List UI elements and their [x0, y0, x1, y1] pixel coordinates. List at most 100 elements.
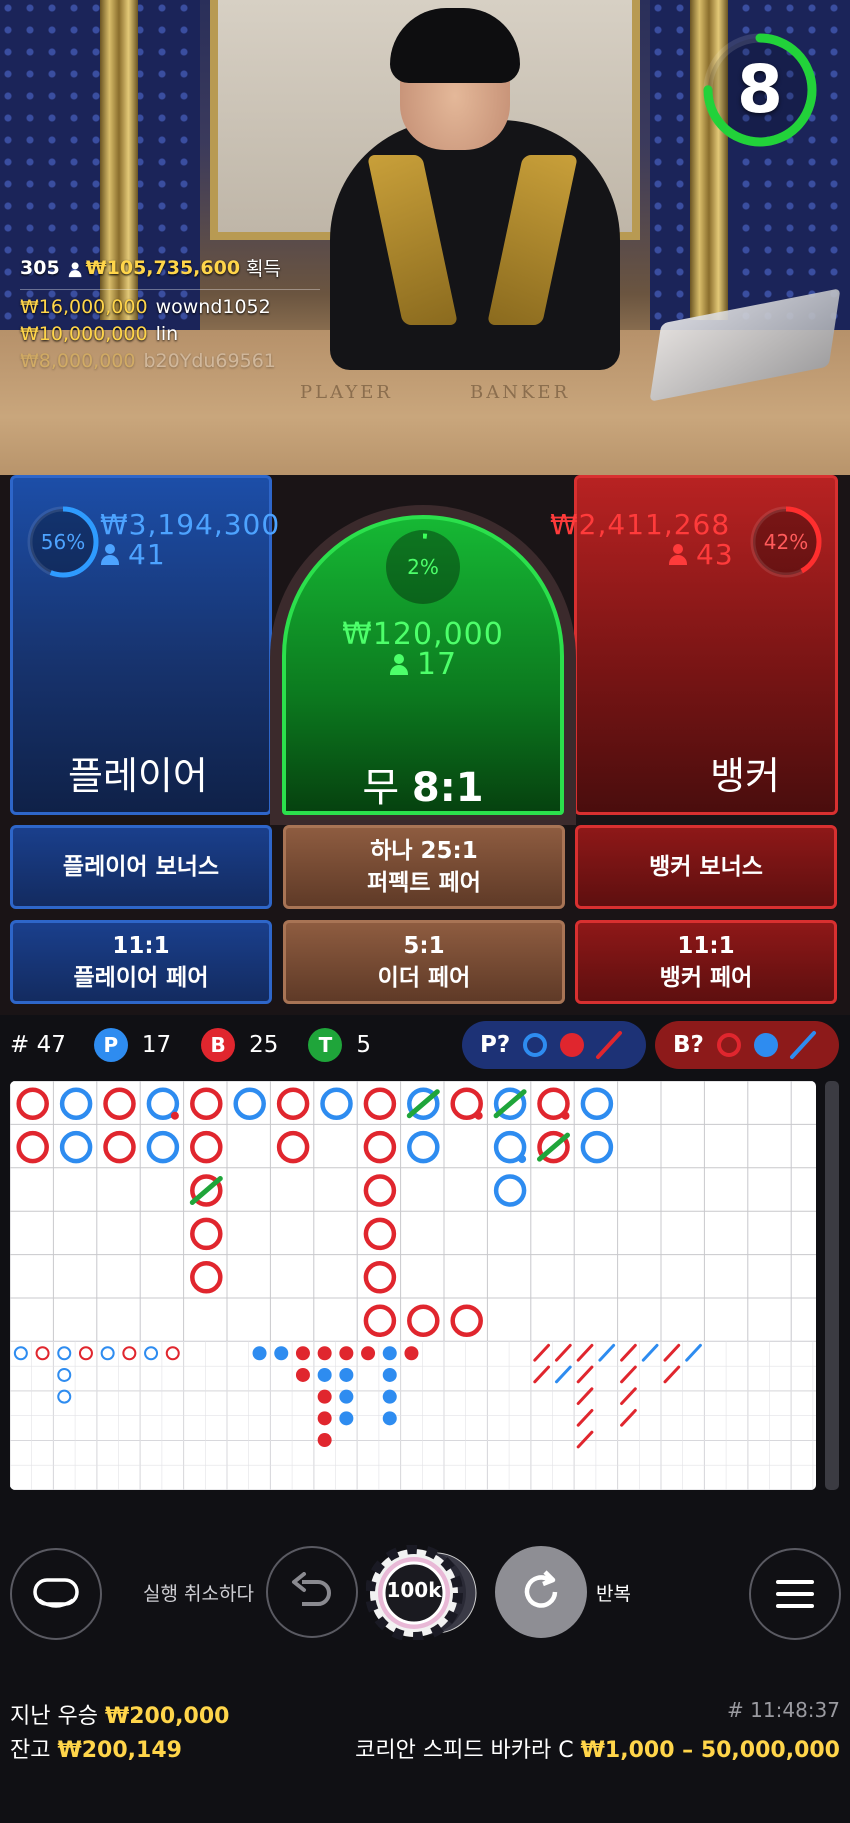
perfect-pair-button[interactable]: 하나 25:1 퍼펙트 페어 — [283, 825, 565, 909]
big-road-mark — [407, 1304, 440, 1337]
tie-label-text: 무 — [362, 765, 400, 811]
player-amount: ₩3,194,300 — [100, 508, 281, 541]
big-road-mark — [276, 1087, 310, 1120]
player-pair-button[interactable]: 11:1 플레이어 페어 — [10, 920, 272, 1004]
cockroach-mark — [555, 1365, 572, 1384]
big-road-mark — [407, 1130, 440, 1164]
big-eye-mark — [144, 1346, 159, 1361]
big-road-mark — [320, 1087, 353, 1120]
footer-row-2: 잔고 ₩200,149 코리안 스피드 바카라 C ₩1,000 – 50,00… — [10, 1732, 840, 1764]
scoreboard-roadmap[interactable] — [10, 1081, 816, 1490]
cockroach-mark — [555, 1343, 572, 1362]
big-road-mark — [16, 1130, 49, 1164]
big-road-mark — [363, 1217, 397, 1251]
player-bonus-button[interactable]: 플레이어 보너스 — [10, 825, 272, 909]
either-pair-label: 이더 페어 — [377, 965, 471, 991]
player-pair-odds: 11:1 — [112, 933, 170, 959]
big-eye-mark — [35, 1346, 50, 1361]
big-road-mark — [103, 1130, 136, 1164]
player-users: 41 — [128, 538, 166, 571]
banker-win-count: 25 — [249, 1032, 279, 1058]
small-road-mark — [274, 1346, 289, 1361]
divider — [20, 289, 320, 290]
top-winners: 305 ₩105,735,600 획득 ₩16,000,000 wownd1052… — [20, 254, 320, 377]
table-banker-text: BANKER — [470, 382, 571, 403]
big-road-mark — [146, 1130, 180, 1164]
banker-amount: ₩2,411,268 — [550, 508, 731, 541]
winner-row: ₩16,000,000 wownd1052 — [20, 296, 320, 318]
big-road-mark — [363, 1087, 397, 1120]
big-eye-mark — [57, 1367, 72, 1382]
hamburger-menu-icon — [776, 1580, 814, 1608]
big-road-mark — [363, 1130, 397, 1164]
repeat-icon — [524, 1570, 558, 1608]
tie-count-badge: T — [308, 1028, 343, 1062]
big-road-mark — [580, 1087, 614, 1120]
menu-button[interactable] — [749, 1548, 841, 1640]
cockroach-mark — [620, 1343, 637, 1362]
small-road-mark — [361, 1346, 376, 1361]
table-player-text: PLAYER — [300, 382, 393, 403]
banker-pair-odds: 11:1 — [677, 933, 735, 959]
round-number: # 47 — [10, 1032, 66, 1058]
pair-dot — [561, 1111, 570, 1120]
small-road-mark — [382, 1346, 397, 1361]
banker-label: 뱅커 — [710, 754, 780, 798]
big-road-mark — [103, 1087, 136, 1120]
player-bonus-label: 플레이어 보너스 — [62, 854, 220, 880]
small-road-mark — [404, 1346, 419, 1361]
banker-predict-button[interactable]: B? — [655, 1021, 839, 1069]
player-predict-label: P? — [480, 1032, 511, 1058]
big-road-mark — [450, 1304, 483, 1337]
banker-users: 43 — [696, 538, 734, 571]
countdown-timer: 8 — [737, 51, 783, 128]
cockroach-mark — [620, 1365, 637, 1384]
tie-percent: 2% — [407, 555, 439, 579]
small-road-mark — [382, 1411, 397, 1426]
user-icon — [100, 544, 120, 566]
small-road-mark — [295, 1346, 310, 1361]
either-pair-button[interactable]: 5:1 이더 페어 — [283, 920, 565, 1004]
winner-name: b20Ydu69561 — [143, 350, 276, 372]
bet-limits: ₩1,000 – 50,000,000 — [580, 1738, 840, 1763]
big-eye-mark — [122, 1346, 137, 1361]
big-eye-mark — [100, 1346, 115, 1361]
cockroach-mark — [598, 1343, 616, 1362]
player-stats: ₩3,194,300 41 — [100, 510, 280, 570]
round-stats: # 47 P 17 B 25 T 5 — [10, 1023, 401, 1067]
perfect-pair-odds: 하나 25:1 — [370, 838, 478, 864]
banker-count-badge: B — [201, 1028, 236, 1062]
last-win-label: 지난 우승 — [10, 1704, 98, 1729]
big-eye-mark — [165, 1346, 180, 1361]
banker-pair-button[interactable]: 11:1 뱅커 페어 — [575, 920, 837, 1004]
repeat-label: 반복 — [596, 1583, 631, 1605]
big-road-mark — [190, 1217, 223, 1251]
repeat-button[interactable] — [495, 1546, 587, 1638]
small-road-mark — [317, 1411, 332, 1426]
big-road-mark — [363, 1174, 397, 1207]
roadmap-scrollbar[interactable] — [825, 1081, 839, 1490]
winner-amount: ₩10,000,000 — [20, 323, 148, 345]
tie-label: 무 8:1 — [282, 755, 564, 813]
big-road-mark — [190, 1087, 223, 1120]
cockroach-mark — [576, 1430, 594, 1449]
chat-button[interactable] — [10, 1548, 102, 1640]
small-road-mark — [339, 1367, 354, 1382]
small-road-mark — [295, 1367, 310, 1382]
cockroach-mark — [685, 1343, 702, 1362]
big-road-mark — [59, 1087, 93, 1120]
big-road-mark — [493, 1174, 527, 1207]
banker-bonus-button[interactable]: 뱅커 보너스 — [575, 825, 837, 909]
pair-dot — [518, 1155, 527, 1164]
big-road-mark — [363, 1261, 397, 1294]
cockroach-mark — [663, 1365, 681, 1384]
predict-icons — [523, 1031, 623, 1059]
player-predict-button[interactable]: P? — [462, 1021, 646, 1069]
big-road-mark — [16, 1087, 49, 1120]
big-road-mark — [276, 1130, 310, 1164]
chip-value: 100k — [386, 1578, 442, 1602]
undo-button[interactable] — [266, 1546, 358, 1638]
winners-total: ₩105,735,600 — [85, 256, 241, 279]
tie-count: 5 — [356, 1032, 372, 1058]
cockroach-mark — [576, 1365, 594, 1384]
